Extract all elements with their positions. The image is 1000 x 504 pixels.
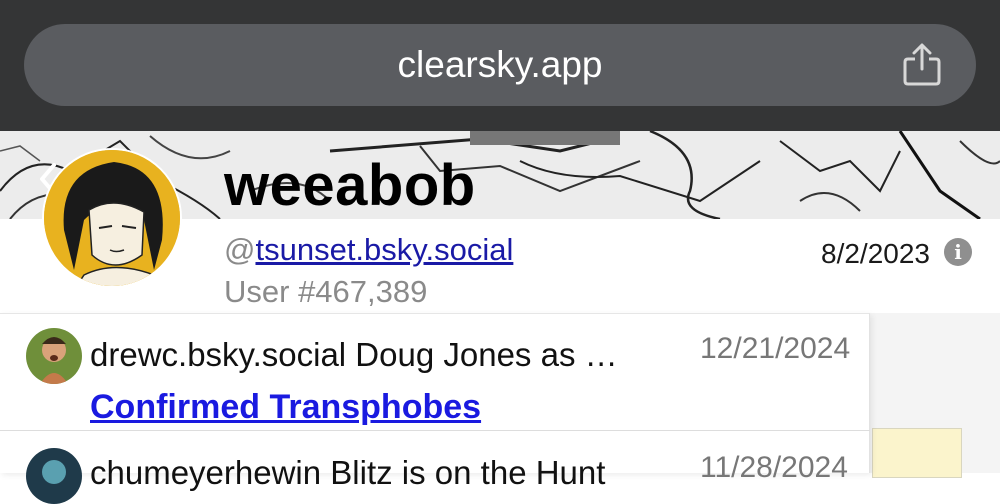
browser-toolbar: clearsky.app [0,0,1000,131]
join-date: 8/2/2023 [821,238,930,269]
list-link[interactable]: Confirmed Transphobes [90,388,481,427]
avatar [42,148,182,288]
share-icon[interactable] [902,43,942,87]
list-item-title: chumeyerhewin Blitz is on the Hunt [90,454,606,491]
handle-prefix: @ [224,232,256,267]
list-owner-avatar [26,328,82,384]
list-owner-avatar-image [26,328,82,384]
address-bar[interactable]: clearsky.app [24,24,976,106]
list-owner-avatar [26,448,82,504]
list-item-date: 11/28/2024 [700,451,848,484]
list-owner-avatar-image [26,448,82,504]
user-number: User #467,389 [224,274,428,309]
highlight-box [872,428,962,478]
list-memberships-panel: drewc.bsky.social Doug Jones as … 12/21/… [0,313,870,504]
url-text[interactable]: clearsky.app [24,44,976,86]
handle: @tsunset.bsky.social [224,232,513,268]
info-icon[interactable]: i [944,238,972,266]
display-name: weeabob [224,153,476,218]
avatar-image [44,150,180,286]
list-divider [0,430,870,431]
list-item-date: 12/21/2024 [700,332,851,365]
handle-link[interactable]: tsunset.bsky.social [255,232,513,267]
list-item-title: drewc.bsky.social Doug Jones as … [90,336,618,373]
